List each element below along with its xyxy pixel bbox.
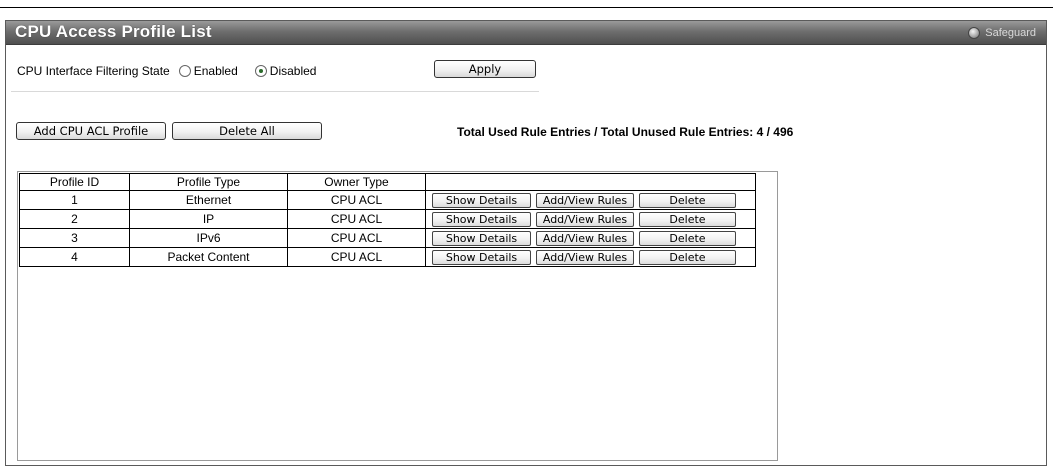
show-details-button[interactable]: Show Details	[432, 230, 531, 246]
delete-button[interactable]: Delete	[639, 192, 736, 208]
table-row: 3 IPv6 CPU ACL Show Details Add/View Rules De…	[19, 228, 756, 248]
delete-button[interactable]: Delete	[639, 249, 736, 265]
title-bar: CPU Access Profile List Safeguard	[6, 21, 1046, 45]
radio-enabled-label: Enabled	[193, 64, 238, 78]
cell-owner-type: CPU ACL	[287, 247, 426, 267]
rule-entries-summary: Total Used Rule Entries / Total Unused R…	[457, 125, 794, 139]
show-details-button[interactable]: Show Details	[432, 211, 531, 227]
header-profile-type: Profile Type	[129, 173, 288, 191]
add-view-rules-button[interactable]: Add/View Rules	[536, 192, 634, 208]
cell-profile-type: IP	[129, 209, 288, 229]
cell-profile-type: Packet Content	[129, 247, 288, 267]
header-actions	[425, 173, 756, 191]
radio-enabled[interactable]: Enabled	[178, 64, 238, 78]
cell-owner-type: CPU ACL	[287, 228, 426, 248]
header-profile-id: Profile ID	[19, 173, 130, 191]
table-row: 1 Ethernet CPU ACL Show Details Add/View Rul…	[19, 190, 756, 210]
apply-button[interactable]: Apply	[434, 60, 536, 78]
radio-disabled[interactable]: Disabled	[254, 64, 317, 78]
delete-all-button[interactable]: Delete All	[172, 122, 322, 140]
cell-actions: Show Details Add/View Rules Delete	[425, 228, 756, 248]
show-details-button[interactable]: Show Details	[432, 249, 531, 265]
cell-profile-type: Ethernet	[129, 190, 288, 210]
add-view-rules-button[interactable]: Add/View Rules	[536, 230, 634, 246]
filtering-state-label: CPU Interface Filtering State	[17, 64, 170, 78]
profile-table: Profile ID Profile Type Owner Type 1 Ethe…	[19, 173, 756, 267]
cell-actions: Show Details Add/View Rules Delete	[425, 190, 756, 210]
safeguard-indicator[interactable]: Safeguard	[968, 25, 1036, 41]
cell-profile-id: 4	[19, 247, 130, 267]
radio-disabled-circle[interactable]	[254, 65, 267, 77]
table-row: 2 IP CPU ACL Show Details Add/View Rules Dele…	[19, 209, 756, 229]
content-panel: CPU Access Profile List Safeguard CPU In…	[5, 20, 1047, 466]
cell-actions: Show Details Add/View Rules Delete	[425, 247, 756, 267]
page-title: CPU Access Profile List	[15, 22, 212, 41]
filtering-state-row: CPU Interface Filtering State Enabled Di…	[17, 64, 316, 78]
table-header-row: Profile ID Profile Type Owner Type	[19, 173, 756, 191]
radio-disabled-label: Disabled	[269, 64, 317, 78]
header-owner-type: Owner Type	[287, 173, 426, 191]
cell-profile-id: 2	[19, 209, 130, 229]
top-rule	[0, 7, 1053, 8]
add-view-rules-button[interactable]: Add/View Rules	[536, 211, 634, 227]
show-details-button[interactable]: Show Details	[432, 192, 531, 208]
safeguard-icon	[968, 27, 981, 39]
cell-owner-type: CPU ACL	[287, 190, 426, 210]
table-row: 4 Packet Content CPU ACL Show Details Add/Vi…	[19, 247, 756, 267]
delete-button[interactable]: Delete	[639, 211, 736, 227]
cell-profile-type: IPv6	[129, 228, 288, 248]
divider	[11, 91, 539, 92]
delete-button[interactable]: Delete	[639, 230, 736, 246]
add-cpu-acl-profile-button[interactable]: Add CPU ACL Profile	[16, 122, 166, 140]
cell-owner-type: CPU ACL	[287, 209, 426, 229]
add-view-rules-button[interactable]: Add/View Rules	[536, 249, 634, 265]
cell-profile-id: 1	[19, 190, 130, 210]
cell-actions: Show Details Add/View Rules Delete	[425, 209, 756, 229]
radio-enabled-circle[interactable]	[178, 65, 191, 77]
cell-profile-id: 3	[19, 228, 130, 248]
safeguard-label: Safeguard	[985, 27, 1036, 39]
